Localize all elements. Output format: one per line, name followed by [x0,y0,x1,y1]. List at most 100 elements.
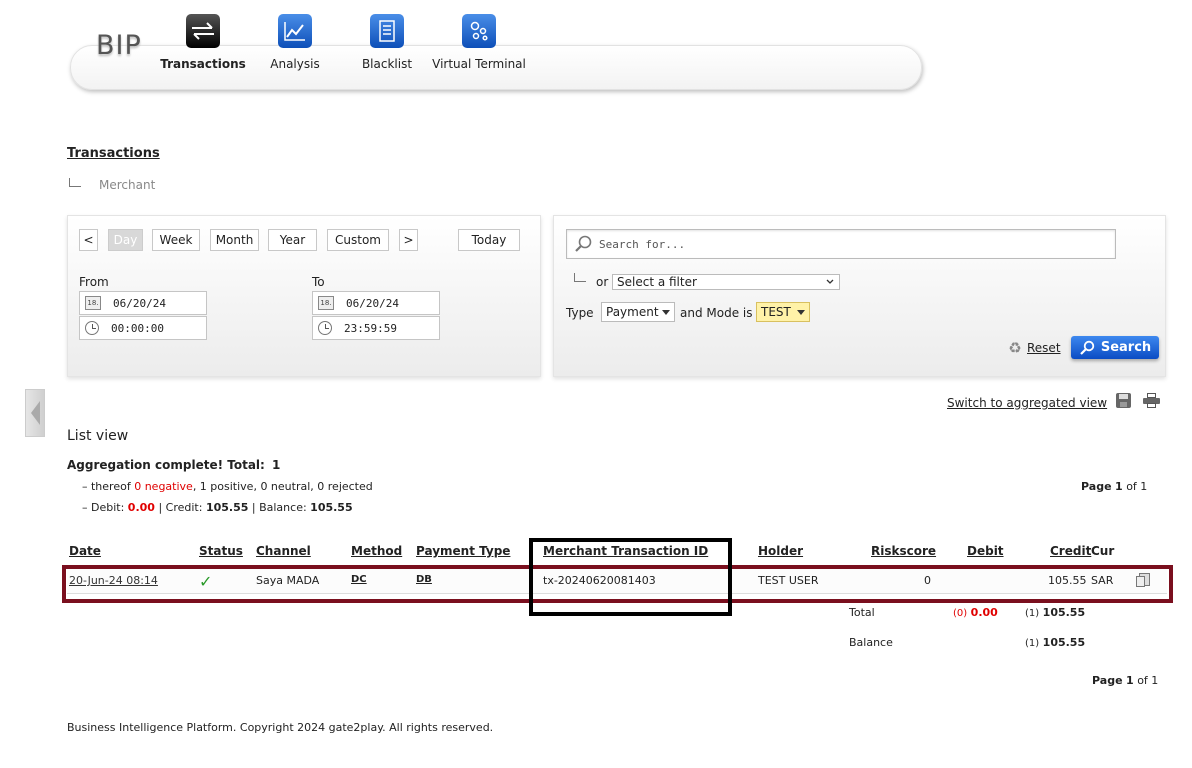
aggregation-total: 1 [272,458,281,472]
period-month-button[interactable]: Month [210,229,259,251]
total-credit-value: 105.55 [1042,606,1086,619]
page-indicator-top: Page 1 of 1 [1081,480,1147,493]
caret-down-icon [662,310,670,315]
thereof-prefix: – thereof [82,480,131,493]
search-icon [575,235,592,252]
col-riskscore[interactable]: Riskscore [871,544,936,558]
today-button[interactable]: Today [458,229,520,251]
debit-label: – Debit: [82,501,125,514]
toolbar-separator: · [1101,395,1105,409]
nav-blacklist[interactable]: Blacklist [337,14,437,71]
col-status[interactable]: Status [199,544,243,558]
transactions-icon [186,14,220,48]
credit-value: 105.55 [205,501,249,514]
col-credit[interactable]: Credit [1050,544,1091,558]
col-currency: Cur [1091,544,1115,558]
from-label: From [79,275,109,289]
period-day-button[interactable]: Day [108,229,143,251]
period-week-button[interactable]: Week [152,229,200,251]
to-label: To [312,275,325,289]
nav-virtual-terminal[interactable]: Virtual Terminal [429,14,529,71]
reset-link[interactable]: Reset [1027,341,1061,355]
page-of: of 1 [1137,674,1159,687]
other-counts: , 1 positive, 0 neutral, 0 rejected [192,480,373,493]
total-label: Total [849,606,875,619]
type-label: Type [566,306,594,320]
search-input[interactable]: Search for... [566,229,1116,259]
aggregation-label: Aggregation complete! Total: [67,458,265,472]
breadcrumb-branch-icon [69,178,81,187]
search-icon [1080,340,1095,355]
from-date-value: 06/20/24 [113,296,166,310]
calendar-icon[interactable]: 18. [318,296,334,310]
mode-select[interactable]: TEST [756,302,810,322]
balance-label: | Balance: [251,501,307,514]
page-word: Page [1092,674,1123,687]
to-time-field[interactable]: 23:59:59 [312,316,440,340]
page-title[interactable]: Transactions [67,146,160,161]
next-period-button[interactable]: > [399,229,418,251]
type-select-value: Payment [606,305,659,319]
switch-aggregated-view-link[interactable]: Switch to aggregated view [947,396,1107,410]
from-date-field[interactable]: 18. 06/20/24 [79,291,207,315]
total-credit: (1) 105.55 [1025,606,1085,619]
prev-period-button[interactable]: < [79,229,98,251]
nav-transactions[interactable]: Transactions [153,14,253,71]
nav-label: Virtual Terminal [432,57,526,71]
balance-value: 105.55 [310,501,353,514]
from-time-value: 00:00:00 [111,321,164,335]
recycle-icon[interactable]: ♻ [1006,339,1024,357]
total-debit-value: 0.00 [970,606,998,619]
or-label: or [596,275,609,289]
to-date-field[interactable]: 18. 06/20/24 [312,291,440,315]
period-custom-button[interactable]: Custom [327,229,389,251]
col-date[interactable]: Date [69,544,101,558]
period-year-button[interactable]: Year [268,229,317,251]
balance-total-value: 105.55 [1042,636,1086,649]
total-debit: (0) 0.00 [953,606,998,619]
caret-down-icon [797,310,805,315]
filter-select[interactable]: Select a filter [612,274,840,290]
credit-label: | Credit: [158,501,203,514]
page-indicator-bottom: Page 1 of 1 [1092,674,1158,687]
filter-select-value: Select a filter [617,275,697,289]
clock-icon[interactable] [85,321,99,335]
total-debit-count: (0) [953,608,968,619]
page-number: 1 [1126,674,1134,687]
aggregation-status: Aggregation complete! Total: 1 [67,458,280,472]
col-debit[interactable]: Debit [967,544,1004,558]
aggregation-breakdown: – thereof 0 negative, 1 positive, 0 neut… [82,480,373,493]
filter-branch-icon [574,273,586,282]
aggregation-amounts: – Debit: 0.00 | Credit: 105.55 | Balance… [82,501,353,514]
to-time-value: 23:59:59 [344,321,397,335]
blacklist-document-icon [370,14,404,48]
nav-analysis[interactable]: Analysis [245,14,345,71]
col-method[interactable]: Method [351,544,402,558]
nav-label: Analysis [270,57,320,71]
nav-label: Blacklist [361,57,413,71]
from-time-field[interactable]: 00:00:00 [79,316,207,340]
calendar-icon[interactable]: 18. [85,296,101,310]
virtual-terminal-icon [462,14,496,48]
print-icon[interactable] [1143,393,1160,408]
page-of: of 1 [1126,480,1148,493]
search-button[interactable]: Search [1071,336,1159,359]
search-button-label: Search [1100,340,1152,355]
chevron-down-icon [826,279,834,284]
col-holder[interactable]: Holder [758,544,803,558]
type-select[interactable]: Payment [601,302,675,322]
footer-copyright: Business Intelligence Platform. Copyrigh… [67,721,494,734]
breadcrumb-merchant[interactable]: Merchant [99,178,155,192]
page-word: Page [1081,480,1112,493]
col-channel[interactable]: Channel [256,544,311,558]
total-credit-count: (1) [1025,608,1040,619]
balance-label-row: Balance [849,636,893,649]
save-icon[interactable] [1116,393,1131,408]
to-date-value: 06/20/24 [346,296,399,310]
nav-label: Transactions [160,57,246,71]
col-payment-type[interactable]: Payment Type [416,544,510,558]
clock-icon[interactable] [318,321,332,335]
list-view-heading: List view [67,428,129,444]
page-number: 1 [1115,480,1123,493]
sidebar-collapse-handle[interactable] [25,389,45,437]
